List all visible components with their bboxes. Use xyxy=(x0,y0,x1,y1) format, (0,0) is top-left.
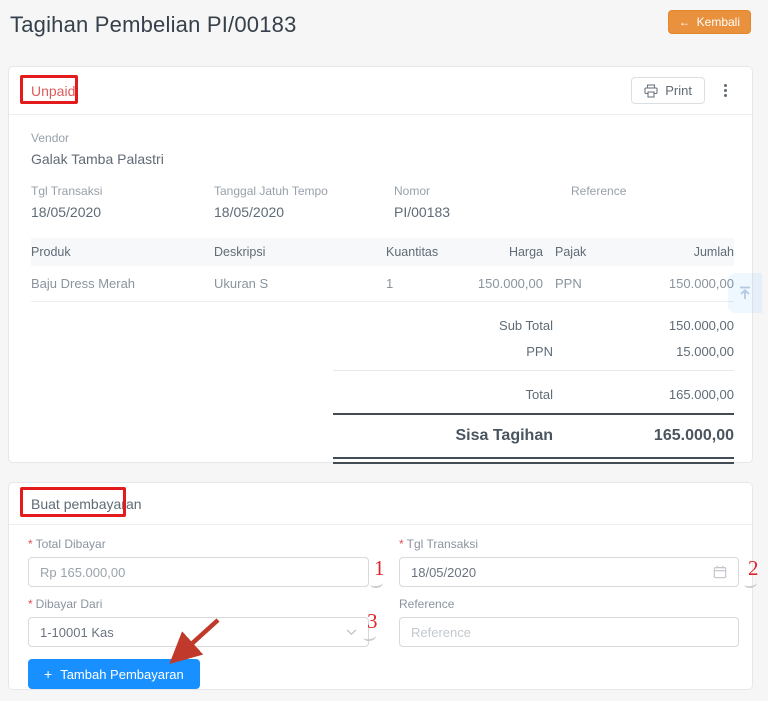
totals-section: Sub Total 150.000,00 PPN 15.000,00 Total… xyxy=(31,312,734,464)
subtotal-value: 150.000,00 xyxy=(553,318,734,333)
page-title: Tagihan Pembelian PI/00183 xyxy=(10,12,297,38)
vendor-label: Vendor xyxy=(31,131,730,145)
field-nomor: Nomor PI/00183 xyxy=(394,184,571,222)
reference-input[interactable] xyxy=(399,617,739,647)
col-deskripsi: Deskripsi xyxy=(214,245,386,259)
back-button[interactable]: ← Kembali xyxy=(668,10,751,34)
print-button-label: Print xyxy=(665,83,692,98)
cell-harga: 150.000,00 xyxy=(466,276,543,291)
field-label: Nomor xyxy=(394,184,571,198)
total-dibayar-group: *Total Dibayar Rp 165.000,00 xyxy=(28,537,369,587)
plus-icon: + xyxy=(44,666,52,682)
dibayar-dari-label: Dibayar Dari xyxy=(36,597,103,611)
tgl-transaksi-value: 18/05/2020 xyxy=(411,565,713,580)
vendor-name: Galak Tamba Palastri xyxy=(31,149,730,169)
col-harga: Harga xyxy=(466,245,543,259)
balance-label: Sisa Tagihan xyxy=(31,427,553,445)
payment-card: Buat pembayaran *Total Dibayar Rp 165.00… xyxy=(8,482,753,690)
payment-form: *Total Dibayar Rp 165.000,00 *Tgl Transa… xyxy=(9,525,752,689)
cell-jumlah: 150.000,00 xyxy=(627,276,734,291)
printer-icon xyxy=(644,84,658,98)
field-value: 18/05/2020 xyxy=(214,202,394,222)
more-options-menu[interactable] xyxy=(719,80,732,101)
print-button[interactable]: Print xyxy=(631,77,705,104)
col-pajak: Pajak xyxy=(543,245,627,259)
invoice-card-header: Unpaid Print xyxy=(9,67,752,115)
col-kuantitas: Kuantitas xyxy=(386,245,466,259)
cell-kuantitas: 1 xyxy=(386,276,466,291)
cell-deskripsi: Ukuran S xyxy=(214,276,386,291)
tgl-transaksi-group: *Tgl Transaksi 18/05/2020 xyxy=(399,537,739,587)
tax-value: 15.000,00 xyxy=(553,344,734,359)
dibayar-dari-value: 1-10001 Kas xyxy=(40,625,346,640)
cell-produk: Baju Dress Merah xyxy=(31,276,214,291)
col-jumlah: Jumlah xyxy=(627,245,734,259)
tgl-transaksi-label: Tgl Transaksi xyxy=(407,537,478,551)
field-tanggal-jatuh-tempo: Tanggal Jatuh Tempo 18/05/2020 xyxy=(214,184,394,222)
scroll-to-top-button[interactable] xyxy=(728,273,762,313)
total-label: Total xyxy=(31,387,553,402)
tgl-transaksi-datepicker[interactable]: 18/05/2020 xyxy=(399,557,739,587)
line-items-table: Produk Deskripsi Kuantitas Harga Pajak J… xyxy=(31,238,734,302)
total-dibayar-label: Total Dibayar xyxy=(36,537,106,551)
field-reference: Reference xyxy=(571,184,730,222)
arrow-to-top-icon xyxy=(737,285,753,301)
total-dibayar-value: Rp 165.000,00 xyxy=(40,565,357,580)
balance-rule xyxy=(333,457,734,464)
total-dibayar-input[interactable]: Rp 165.000,00 xyxy=(28,557,369,587)
calendar-icon xyxy=(713,565,727,579)
payment-card-title: Buat pembayaran xyxy=(31,496,142,512)
tambah-pembayaran-label: Tambah Pembayaran xyxy=(60,667,184,682)
col-produk: Produk xyxy=(31,245,214,259)
arrow-left-icon: ← xyxy=(679,15,691,29)
total-value: 165.000,00 xyxy=(553,387,734,402)
field-label: Tgl Transaksi xyxy=(31,184,214,198)
field-value: 18/05/2020 xyxy=(31,202,214,222)
field-label: Reference xyxy=(571,184,730,198)
required-asterisk: * xyxy=(28,597,33,611)
dibayar-dari-group: *Dibayar Dari 1-10001 Kas xyxy=(28,597,369,647)
cell-pajak: PPN xyxy=(543,276,627,291)
reference-label: Reference xyxy=(399,597,454,611)
totals-divider xyxy=(333,370,734,371)
reference-group: Reference xyxy=(399,597,739,647)
balance-value: 165.000,00 xyxy=(553,427,734,445)
chevron-down-icon xyxy=(346,629,357,636)
status-badge: Unpaid xyxy=(31,83,75,99)
invoice-card: Unpaid Print Vendor Galak Tamba Palastri… xyxy=(8,66,753,463)
tax-label: PPN xyxy=(31,344,553,359)
back-button-label: Kembali xyxy=(697,15,740,29)
dibayar-dari-select[interactable]: 1-10001 Kas xyxy=(28,617,369,647)
invoice-meta-fields: Tgl Transaksi 18/05/2020 Tanggal Jatuh T… xyxy=(31,184,730,222)
tambah-pembayaran-button[interactable]: + Tambah Pembayaran xyxy=(28,659,200,689)
required-asterisk: * xyxy=(28,537,33,551)
table-header-row: Produk Deskripsi Kuantitas Harga Pajak J… xyxy=(31,238,734,266)
field-value: PI/00183 xyxy=(394,202,571,222)
subtotal-label: Sub Total xyxy=(31,318,553,333)
required-asterisk: * xyxy=(399,537,404,551)
field-label: Tanggal Jatuh Tempo xyxy=(214,184,394,198)
table-row: Baju Dress Merah Ukuran S 1 150.000,00 P… xyxy=(31,266,734,302)
field-tgl-transaksi: Tgl Transaksi 18/05/2020 xyxy=(31,184,214,222)
payment-card-header: Buat pembayaran xyxy=(9,483,752,525)
